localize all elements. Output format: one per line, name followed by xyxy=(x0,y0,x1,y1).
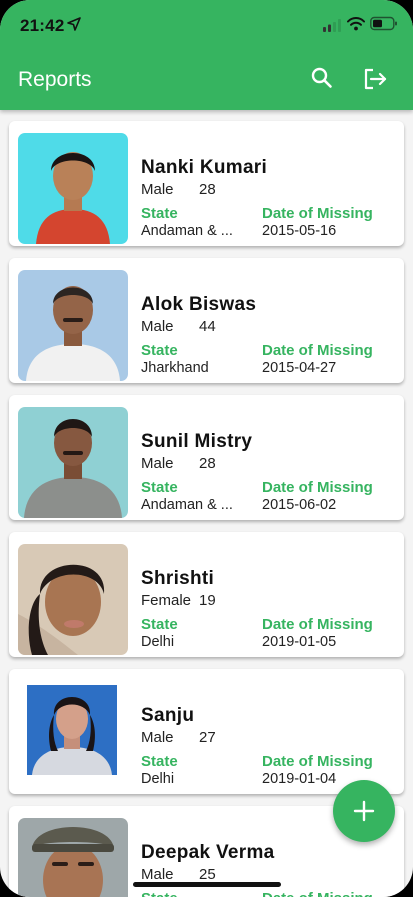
person-name: Nanki Kumari xyxy=(141,157,268,178)
person-name: Deepak Verma xyxy=(141,842,275,863)
search-icon xyxy=(311,67,332,88)
cellular-signal-icon xyxy=(323,19,341,32)
person-name: Sanju xyxy=(141,705,195,726)
date-value: 2015-06-02 xyxy=(262,497,337,513)
person-name: Alok Biswas xyxy=(141,294,257,315)
person-age: 28 xyxy=(199,181,216,198)
state-value: Andaman & ... xyxy=(141,223,233,239)
report-card[interactable]: Nanki Kumari Male 28 State Date of Missi… xyxy=(9,121,404,246)
date-label: Date of Missing xyxy=(262,479,373,496)
report-card[interactable]: Sunil Mistry Male 28 State Date of Missi… xyxy=(9,395,404,520)
person-name: Shrishti xyxy=(141,568,215,589)
state-value: Andaman & ... xyxy=(141,497,233,513)
person-age: 28 xyxy=(199,455,216,472)
person-photo xyxy=(18,133,128,244)
location-arrow-icon xyxy=(67,17,81,31)
state-label: State xyxy=(141,890,178,897)
report-card[interactable]: Shrishti Female 19 State Date of Missing… xyxy=(9,532,404,657)
state-value: Delhi xyxy=(141,634,175,650)
state-label: State xyxy=(141,342,178,359)
person-gender: Male xyxy=(141,455,174,472)
state-label: State xyxy=(141,479,178,496)
person-photo xyxy=(18,544,128,655)
date-value: 2015-04-27 xyxy=(262,360,337,376)
date-label: Date of Missing xyxy=(262,753,373,770)
person-age: 44 xyxy=(199,318,216,335)
logout-icon xyxy=(364,68,387,90)
report-card[interactable]: Sanju Male 27 State Date of Missing Delh… xyxy=(9,669,404,794)
date-label: Date of Missing xyxy=(262,890,373,897)
person-gender: Male xyxy=(141,866,174,883)
person-age: 27 xyxy=(199,729,216,746)
person-gender: Male xyxy=(141,318,174,335)
person-age: 25 xyxy=(199,866,216,883)
state-label: State xyxy=(141,616,178,633)
state-label: State xyxy=(141,753,178,770)
state-value: Jharkhand xyxy=(141,360,209,376)
battery-icon xyxy=(370,16,397,31)
date-value: 2015-05-16 xyxy=(262,223,337,239)
search-button[interactable] xyxy=(308,64,336,92)
person-photo xyxy=(18,407,128,518)
status-bar: 21:42 xyxy=(0,0,413,50)
state-value: Delhi xyxy=(141,771,175,787)
status-time: 21:42 xyxy=(20,16,65,35)
home-indicator[interactable] xyxy=(133,882,281,887)
date-label: Date of Missing xyxy=(262,616,373,633)
person-photo xyxy=(18,818,128,897)
wifi-icon xyxy=(347,17,365,31)
screen: 21:42 Reports Nanki Kumari Male 28 State… xyxy=(0,0,413,897)
date-label: Date of Missing xyxy=(262,205,373,222)
add-report-button[interactable] xyxy=(333,780,395,842)
date-value: 2019-01-05 xyxy=(262,634,337,650)
person-name: Sunil Mistry xyxy=(141,431,253,452)
report-card[interactable]: Alok Biswas Male 44 State Date of Missin… xyxy=(9,258,404,383)
reports-list[interactable]: Nanki Kumari Male 28 State Date of Missi… xyxy=(0,110,413,897)
person-gender: Female xyxy=(141,592,192,609)
person-age: 19 xyxy=(199,592,216,609)
logout-button[interactable] xyxy=(360,64,390,94)
app-bar: 21:42 Reports xyxy=(0,0,413,110)
person-gender: Male xyxy=(141,729,174,746)
date-label: Date of Missing xyxy=(262,342,373,359)
person-gender: Male xyxy=(141,181,174,198)
person-photo xyxy=(18,270,128,381)
page-title: Reports xyxy=(18,68,92,91)
person-photo xyxy=(18,681,128,792)
state-label: State xyxy=(141,205,178,222)
plus-icon xyxy=(353,800,375,822)
